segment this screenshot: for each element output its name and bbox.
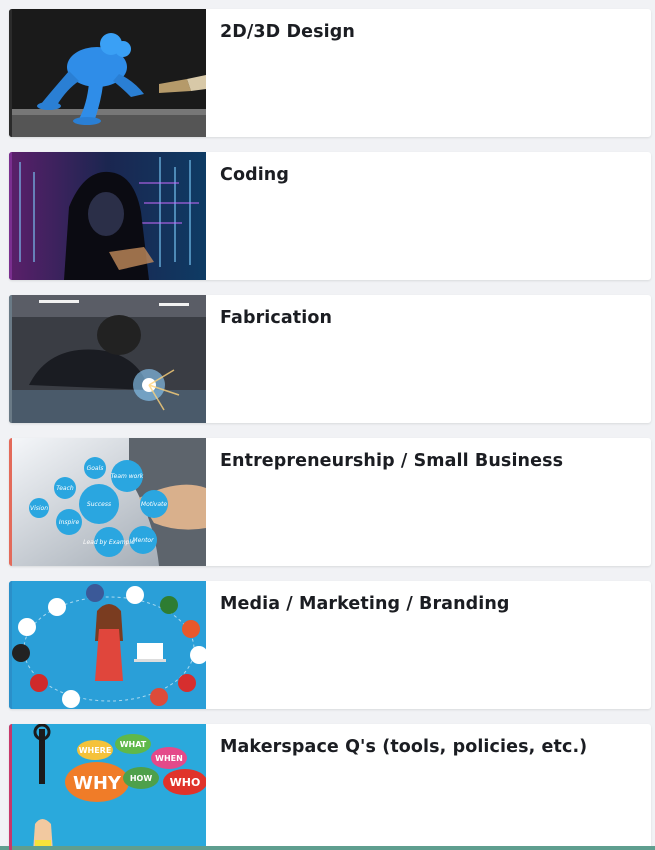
bubble-text: Teach (56, 485, 74, 492)
questions-image: WHERE WHAT WHEN WHY HOW WHO (9, 724, 206, 850)
question-word: HOW (130, 774, 152, 783)
board-list: 2D/3D Design Coding Fabrication Goals Te… (9, 9, 651, 850)
business-bubbles-image: Goals Team work Teach Success Motivate V… (9, 438, 206, 566)
board-card-2d-3d-design[interactable]: 2D/3D Design (9, 9, 651, 137)
bubble-text: Team work (111, 473, 144, 480)
bubble-text: Motivate (141, 501, 167, 508)
social-media-image (9, 581, 206, 709)
board-card-makerspace-qs[interactable]: WHERE WHAT WHEN WHY HOW WHO Makerspace Q… (9, 724, 651, 850)
board-card-coding[interactable]: Coding (9, 152, 651, 280)
welding-image (9, 295, 206, 423)
board-card-fabrication[interactable]: Fabrication (9, 295, 651, 423)
board-title: Entrepreneurship / Small Business (220, 451, 564, 471)
board-title: Makerspace Q's (tools, policies, etc.) (220, 737, 588, 757)
board-title: Media / Marketing / Branding (220, 594, 510, 614)
board-title: Fabrication (220, 308, 333, 328)
question-word: WHERE (79, 746, 112, 755)
hooded-coder-image (9, 152, 206, 280)
board-title: Coding (220, 165, 289, 185)
bubble-text: Inspire (59, 519, 80, 526)
question-word: WHO (170, 776, 201, 789)
bubble-text: Lead by Example (83, 539, 135, 546)
bubble-text: Mentor (132, 537, 154, 544)
bubble-text: Goals (87, 465, 104, 472)
bottom-accent-bar (0, 846, 655, 850)
board-card-media-marketing[interactable]: Media / Marketing / Branding (9, 581, 651, 709)
board-card-entrepreneurship[interactable]: Goals Team work Teach Success Motivate V… (9, 438, 651, 566)
frog-3d-print-image (9, 9, 206, 137)
board-title: 2D/3D Design (220, 22, 355, 42)
question-word: WHAT (120, 740, 147, 749)
question-word: WHEN (155, 754, 183, 763)
bubble-text: Vision (30, 505, 48, 512)
question-word: WHY (73, 773, 122, 794)
bubble-text: Success (87, 501, 111, 508)
